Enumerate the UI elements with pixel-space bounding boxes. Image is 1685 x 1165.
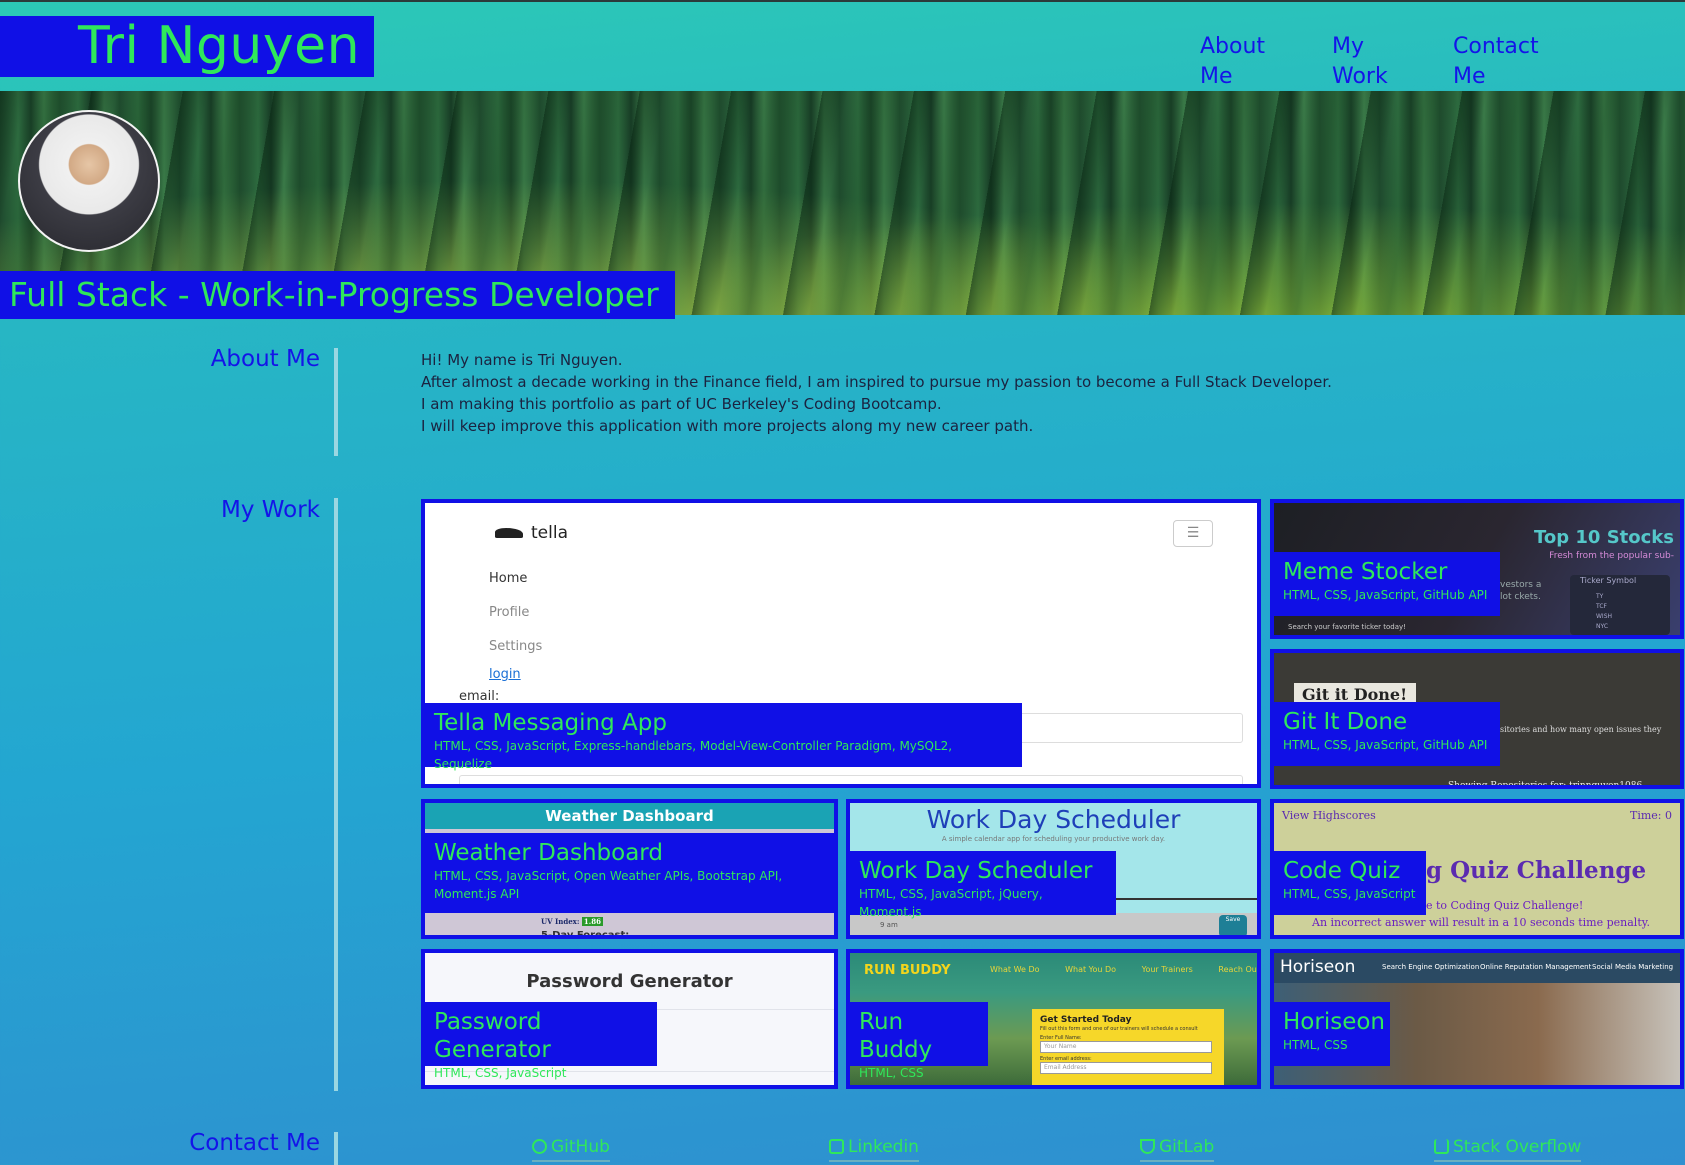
project-card-work-day-scheduler[interactable]: Work Day Scheduler A simple calendar app… xyxy=(846,799,1261,939)
project-label: Horiseon HTML, CSS xyxy=(1274,1002,1390,1066)
weather-forecast: 5-Day Forecast: xyxy=(541,930,630,939)
meme-ticker-label: Ticker Symbol xyxy=(1580,576,1637,585)
project-card-run-buddy[interactable]: RUN BUDDY What We Do What You Do Your Tr… xyxy=(846,949,1261,1089)
project-stack: HTML, CSS, JavaScript xyxy=(1283,887,1416,901)
project-card-git-it-done[interactable]: Git it Done! sitories and how many open … xyxy=(1270,649,1684,789)
tella-password-input xyxy=(459,775,1243,784)
horiseon-header: Horiseon Search Engine Optimization Onli… xyxy=(1274,953,1680,983)
meme-blurb: vestors a lot ckets. xyxy=(1500,580,1542,602)
meme-ticker-panel: Ticker Symbol TY TCF WISH NYC xyxy=(1570,575,1670,635)
project-stack: HTML, CSS, JavaScript, GitHub API xyxy=(1283,738,1488,752)
project-stack: HTML, CSS, JavaScript xyxy=(434,1066,567,1080)
project-label: Code Quiz HTML, CSS, JavaScript xyxy=(1274,851,1426,915)
quiz-welcome: e to Coding Quiz Challenge! xyxy=(1426,899,1584,912)
about-line: After almost a decade working in the Fin… xyxy=(421,373,1332,391)
meme-note: Search your favorite ticker today! xyxy=(1288,623,1406,631)
project-card-weather-dashboard[interactable]: Weather Dashboard UV Index: 1.86 5-Day F… xyxy=(421,799,838,939)
scheduler-hour: 9 am xyxy=(880,921,898,929)
work-divider xyxy=(334,498,338,1091)
scheduler-sub: A simple calendar app for scheduling you… xyxy=(941,835,1166,843)
project-stack: HTML, CSS xyxy=(859,1066,924,1080)
contact-link-gitlab[interactable]: GitLab xyxy=(1140,1137,1215,1162)
work-section-title: My Work xyxy=(220,497,320,523)
nav-link-contact-me[interactable]: Contact Me xyxy=(1443,32,1583,99)
runbuddy-form: Get Started Today Fill out this form and… xyxy=(1032,1009,1224,1085)
contact-link-github[interactable]: GitHub xyxy=(532,1137,610,1162)
nav-link-about-me[interactable]: About Me xyxy=(1190,32,1312,99)
top-border xyxy=(0,0,1685,2)
tella-nav-settings: Settings xyxy=(489,639,543,654)
project-card-meme-stocker[interactable]: Top 10 Stocks Fresh from the popular sub… xyxy=(1270,499,1684,639)
git-footer: Showing Repositories for: trinnguyen1086 xyxy=(1448,781,1643,789)
project-stack: HTML, CSS xyxy=(1283,1038,1348,1052)
tella-nav-home: Home xyxy=(489,571,528,586)
project-stack: HTML, CSS, JavaScript, Express-handlebar… xyxy=(434,739,953,771)
project-title: Horiseon xyxy=(1283,1009,1385,1035)
about-section-title: About Me xyxy=(210,346,320,372)
save-icon: Save xyxy=(1219,915,1247,935)
quiz-highscores: View Highscores xyxy=(1282,809,1376,822)
git-note: sitories and how many open issues they xyxy=(1500,725,1662,734)
runbuddy-brand: RUN BUDDY xyxy=(864,963,951,978)
site-title[interactable]: Tri Nguyen xyxy=(0,16,374,77)
project-label: Git It Done HTML, CSS, JavaScript, GitHu… xyxy=(1274,702,1500,766)
quiz-heading: g Quiz Challenge xyxy=(1426,857,1647,884)
about-line: Hi! My name is Tri Nguyen. xyxy=(421,351,623,369)
project-title: Git It Done xyxy=(1283,709,1408,735)
quiz-penalty: An incorrect answer will result in a 10 … xyxy=(1312,916,1650,929)
project-label: Weather Dashboard HTML, CSS, JavaScript,… xyxy=(425,833,834,913)
about-divider xyxy=(334,348,338,456)
scheduler-heading: Work Day Scheduler xyxy=(926,805,1181,834)
profile-avatar xyxy=(18,110,160,252)
tella-login-link: login xyxy=(489,667,521,682)
project-stack: HTML, CSS, JavaScript, Open Weather APIs… xyxy=(434,869,783,901)
project-label: Tella Messaging App HTML, CSS, JavaScrip… xyxy=(425,703,1022,771)
project-title: Code Quiz xyxy=(1283,858,1401,884)
stack-overflow-icon xyxy=(1434,1139,1449,1154)
hero-tagline: Full Stack - Work-in-Progress Developer xyxy=(0,271,675,319)
horiseon-brand: Horiseon xyxy=(1280,957,1356,977)
tella-logo: tella xyxy=(495,523,568,543)
contact-section-title: Contact Me xyxy=(189,1130,320,1156)
project-card-tella[interactable]: tella ☰ Home Profile Settings login emai… xyxy=(421,499,1261,788)
meme-sub: Fresh from the popular sub- xyxy=(1549,551,1674,561)
project-title: Tella Messaging App xyxy=(434,710,667,736)
main-nav: About Me My Work Contact Me xyxy=(1190,32,1583,99)
password-heading: Password Generator xyxy=(526,971,733,992)
project-label: Password Generator HTML, CSS, JavaScript xyxy=(425,1002,657,1080)
project-stack: HTML, CSS, JavaScript, GitHub API xyxy=(1283,588,1488,602)
about-line: I will keep improve this application wit… xyxy=(421,417,1034,435)
meme-heading: Top 10 Stocks xyxy=(1533,527,1674,548)
bird-icon xyxy=(495,528,523,538)
project-title: Work Day Scheduler xyxy=(859,858,1093,884)
weather-uv: UV Index: 1.86 xyxy=(541,917,603,926)
hamburger-menu-icon: ☰ xyxy=(1173,520,1213,547)
project-stack: HTML, CSS, JavaScript, jQuery, Moment.js xyxy=(859,887,1043,919)
project-title: Meme Stocker xyxy=(1283,559,1448,585)
project-label: Run Buddy HTML, CSS xyxy=(850,1002,988,1080)
project-title: Weather Dashboard xyxy=(434,840,663,866)
contact-link-linkedin[interactable]: Linkedin xyxy=(829,1137,919,1162)
project-title: Run Buddy xyxy=(859,1009,933,1063)
about-line: I am making this portfolio as part of UC… xyxy=(421,395,942,413)
project-card-code-quiz[interactable]: View Highscores Time: 0 g Quiz Challenge… xyxy=(1270,799,1684,939)
contact-divider xyxy=(334,1132,338,1165)
tella-nav-profile: Profile xyxy=(489,605,530,620)
quiz-timer: Time: 0 xyxy=(1630,809,1672,822)
project-card-horiseon[interactable]: Horiseon Search Engine Optimization Onli… xyxy=(1270,949,1684,1089)
github-icon xyxy=(532,1139,547,1154)
runbuddy-nav: What We Do What You Do Your Trainers Rea… xyxy=(990,965,1260,974)
nav-link-my-work[interactable]: My Work xyxy=(1322,32,1433,99)
gitlab-icon xyxy=(1140,1139,1155,1154)
project-title: Password Generator xyxy=(434,1009,551,1063)
tella-email-label: email: xyxy=(459,689,500,704)
about-text: Hi! My name is Tri Nguyen. After almost … xyxy=(421,349,1332,437)
weather-heading: Weather Dashboard xyxy=(425,803,834,829)
project-label: Meme Stocker HTML, CSS, JavaScript, GitH… xyxy=(1274,552,1500,616)
project-card-password-generator[interactable]: Password Generator Password Generator HT… xyxy=(421,949,838,1089)
linkedin-icon xyxy=(829,1139,844,1154)
contact-link-stack-overflow[interactable]: Stack Overflow xyxy=(1434,1137,1582,1162)
project-label: Work Day Scheduler HTML, CSS, JavaScript… xyxy=(850,851,1116,919)
meme-ticker-list: TY TCF WISH NYC xyxy=(1596,593,1613,630)
